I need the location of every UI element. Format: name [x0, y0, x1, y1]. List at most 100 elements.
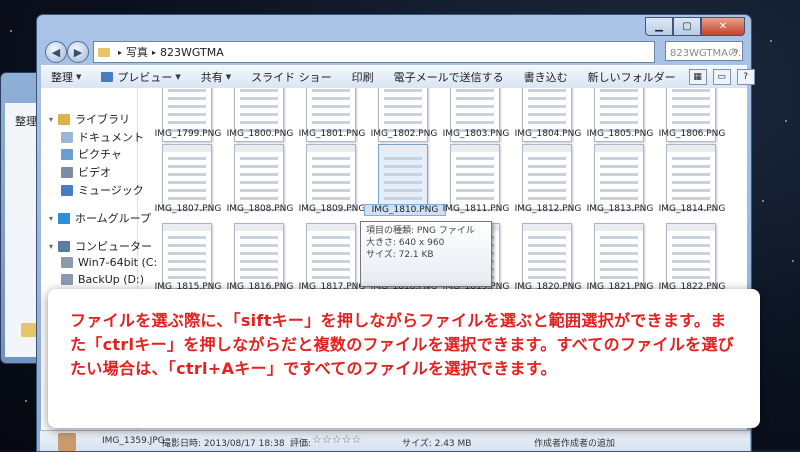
thumbnail-line — [528, 197, 566, 200]
file-name[interactable]: IMG_1807.PNG — [148, 204, 228, 214]
thumbnail-line — [672, 157, 710, 160]
nav-item[interactable]: ▾ コンピューター — [49, 238, 152, 254]
toolbar-burn[interactable]: 書き込む — [514, 69, 578, 85]
thumbnail-line — [240, 197, 278, 200]
thumbnail-line — [384, 197, 422, 200]
command-bar: 整理 ▼ プレビュー ▼ 共有 ▼ スライド ショー 印刷 電子メールで送信する 書き… — [41, 65, 755, 89]
documents-icon — [61, 131, 73, 143]
file-thumbnail[interactable] — [378, 144, 428, 210]
back-icon[interactable]: ◀ — [45, 41, 67, 63]
thumbnail-line — [312, 165, 350, 168]
view-options-icon[interactable]: ▦ — [688, 69, 707, 85]
file-name[interactable]: IMG_1803.PNG — [436, 129, 516, 139]
nav-item[interactable]: BackUp (D:) — [61, 273, 144, 286]
tooltip-dimensions: 大きさ: 640 x 960 — [366, 238, 445, 248]
file-name[interactable]: IMG_1810.PNG — [364, 204, 446, 216]
thumbnail-line — [168, 236, 206, 239]
nav-item[interactable]: ビデオ — [61, 164, 111, 180]
forward-icon[interactable]: ▶ — [67, 41, 89, 63]
rating-stars[interactable]: ☆☆☆☆☆ — [312, 433, 361, 446]
nav-item[interactable]: ▾ ホームグループ — [49, 210, 151, 226]
file-name[interactable]: IMG_1813.PNG — [580, 204, 660, 214]
library-icon — [58, 113, 70, 125]
expand-icon[interactable]: ▾ — [49, 214, 55, 223]
breadcrumb-item[interactable]: 823WGTMA — [160, 46, 224, 59]
breadcrumb-item[interactable]: 写真 — [126, 44, 148, 60]
file-name[interactable]: IMG_1802.PNG — [364, 129, 444, 139]
file-name[interactable]: IMG_1800.PNG — [220, 129, 300, 139]
file-thumbnail[interactable] — [162, 144, 212, 210]
thumbnail-line — [600, 157, 638, 160]
close-button[interactable]: ✕ — [701, 17, 745, 36]
expand-icon[interactable]: ▾ — [49, 242, 55, 251]
thumbnail-line — [528, 252, 566, 255]
thumbnail-statusbar — [523, 145, 571, 152]
chevron-down-icon: ▼ — [225, 73, 232, 81]
address-bar[interactable]: ▸ 写真 ▸ 823WGTMA — [93, 41, 655, 63]
thumbnail-line — [240, 89, 278, 92]
nav-item[interactable]: ドキュメント — [61, 129, 144, 145]
file-thumbnail[interactable] — [522, 144, 572, 210]
thumbnail-line — [600, 105, 638, 108]
file-thumbnail[interactable] — [666, 144, 716, 210]
minimize-button[interactable]: ▁ — [645, 17, 673, 36]
thumbnail-statusbar — [451, 145, 499, 152]
search-input[interactable]: 823WGTMAの... ⌕ — [665, 41, 743, 61]
file-name[interactable]: IMG_1806.PNG — [652, 129, 732, 139]
help-icon[interactable]: ? — [736, 69, 755, 85]
file-thumbnail[interactable] — [522, 223, 572, 289]
computer-icon — [58, 240, 70, 252]
thumbnail-line — [168, 197, 206, 200]
expand-icon[interactable]: ▾ — [49, 115, 55, 124]
homegroup-icon — [58, 212, 70, 224]
file-thumbnail[interactable] — [594, 144, 644, 210]
file-name[interactable]: IMG_1811.PNG — [436, 204, 516, 214]
toolbar-email[interactable]: 電子メールで送信する — [384, 69, 514, 85]
file-name[interactable]: IMG_1814.PNG — [652, 204, 732, 214]
thumbnail-line — [456, 113, 494, 116]
thumbnail-line — [456, 165, 494, 168]
search-icon[interactable]: ⌕ — [733, 44, 739, 58]
thumbnail-line — [528, 189, 566, 192]
file-name[interactable]: IMG_1808.PNG — [220, 204, 300, 214]
thumbnail-line — [168, 113, 206, 116]
thumbnail-line — [240, 189, 278, 192]
toolbar-print[interactable]: 印刷 — [342, 69, 384, 85]
thumbnail-statusbar — [595, 145, 643, 152]
preview-pane-icon[interactable]: ▭ — [712, 69, 731, 85]
file-name[interactable]: IMG_1805.PNG — [580, 129, 660, 139]
file-thumbnail[interactable] — [306, 223, 356, 289]
toolbar-label: プレビュー — [117, 71, 173, 84]
file-thumbnail[interactable] — [234, 144, 284, 210]
thumbnail-line — [672, 173, 710, 176]
toolbar-label: 電子メールで送信する — [393, 71, 504, 84]
file-thumbnail[interactable] — [594, 223, 644, 289]
file-thumbnail[interactable] — [450, 144, 500, 210]
toolbar-new-folder[interactable]: 新しいフォルダー — [578, 69, 686, 85]
file-name[interactable]: IMG_1809.PNG — [292, 204, 372, 214]
file-name[interactable]: IMG_1801.PNG — [292, 129, 372, 139]
file-thumbnail[interactable] — [666, 223, 716, 289]
file-name[interactable]: IMG_1799.PNG — [148, 129, 228, 139]
thumbnail-line — [312, 276, 350, 279]
toolbar-slideshow[interactable]: スライド ショー — [241, 69, 342, 85]
nav-item[interactable]: ピクチャ — [61, 146, 122, 162]
file-thumbnail[interactable] — [234, 223, 284, 289]
thumbnail-line — [240, 105, 278, 108]
toolbar-label: スライド ショー — [251, 71, 332, 84]
maximize-button[interactable]: ▢ — [673, 17, 701, 36]
file-name[interactable]: IMG_1804.PNG — [508, 129, 588, 139]
file-thumbnail[interactable] — [162, 223, 212, 289]
toolbar-share[interactable]: 共有 ▼ — [191, 69, 241, 85]
thumbnail-line — [456, 89, 494, 92]
toolbar-preview[interactable]: プレビュー ▼ — [91, 69, 190, 85]
star — [25, 400, 27, 402]
file-name[interactable]: IMG_1812.PNG — [508, 204, 588, 214]
nav-item[interactable]: ミュージック — [61, 182, 144, 198]
toolbar-organize[interactable]: 整理 ▼ — [41, 69, 91, 85]
file-thumbnail[interactable] — [306, 144, 356, 210]
thumbnail-line — [240, 173, 278, 176]
nav-item[interactable]: ▾ ライブラリ — [49, 111, 130, 127]
thumbnail-line — [168, 244, 206, 247]
details-author-value[interactable]: 作成者の追加 — [561, 436, 615, 449]
